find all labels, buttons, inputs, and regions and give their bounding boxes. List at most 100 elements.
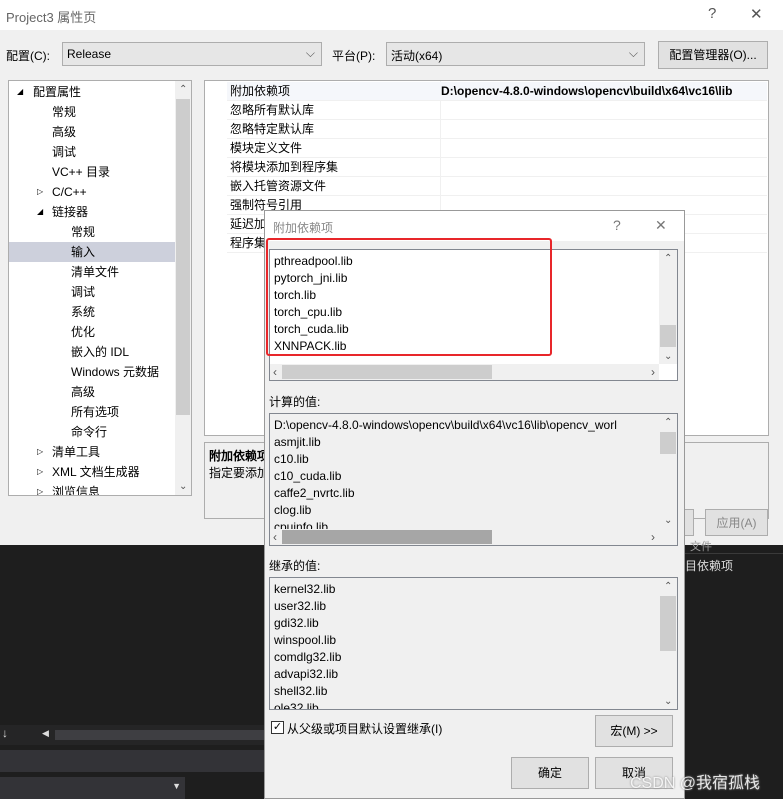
bg-item: 目依赖项 xyxy=(685,559,734,573)
tree-item-label: 输入 xyxy=(71,245,96,259)
scroll-up-icon[interactable]: ⌃ xyxy=(664,417,672,428)
ok-button[interactable]: 确定 xyxy=(511,757,589,789)
tree-item[interactable]: ▷ XML 文档生成器 xyxy=(9,462,175,482)
tree-item[interactable]: VC++ 目录 xyxy=(9,162,175,182)
macro-button[interactable]: 宏(M) >> xyxy=(595,715,673,747)
vertical-scrollbar[interactable]: ⌃ ⌄ xyxy=(659,578,677,709)
scroll-right-icon[interactable]: › xyxy=(651,365,655,379)
platform-value: 活动(x64) xyxy=(391,49,443,63)
scroll-left-icon[interactable]: ◀ xyxy=(42,728,49,739)
vertical-scrollbar[interactable]: ⌃ ⌄ xyxy=(659,250,677,364)
platform-dropdown[interactable]: 活动(x64) ⌵ xyxy=(386,42,645,66)
expander-icon[interactable]: ◢ xyxy=(17,82,23,102)
inherit-checkbox-label[interactable]: 从父级或项目默认设置继承(I) xyxy=(287,720,442,737)
property-name: 附加依赖项 xyxy=(230,84,291,98)
property-row[interactable]: 附加依赖项 D:\opencv-4.8.0-windows\opencv\buil… xyxy=(227,82,767,101)
tree-item[interactable]: 调试 xyxy=(9,142,175,162)
tree-item[interactable]: 高级 xyxy=(9,382,175,402)
scrollbar-thumb[interactable] xyxy=(660,596,676,651)
scroll-left-icon[interactable]: ‹ xyxy=(273,365,277,379)
tree-item[interactable]: ▷ C/C++ xyxy=(9,182,175,202)
inherited-values-list[interactable]: kernel32.lib user32.lib gdi32.lib winspool.… xyxy=(269,577,678,710)
help-button[interactable]: ? xyxy=(708,5,716,22)
list-line: D:\opencv-4.8.0-windows\opencv\build\x64… xyxy=(274,418,617,432)
scrollbar-thumb[interactable] xyxy=(176,99,190,415)
tree-item[interactable]: 常规 xyxy=(9,102,175,122)
tree-item[interactable]: 调试 xyxy=(9,282,175,302)
bg-panel xyxy=(0,750,264,772)
scroll-down-icon[interactable]: ⌄ xyxy=(179,481,187,492)
scroll-down-icon[interactable]: ⌄ xyxy=(664,696,672,707)
property-value[interactable]: D:\opencv-4.8.0-windows\opencv\build\x64… xyxy=(441,82,732,101)
config-manager-button[interactable]: 配置管理器(O)... xyxy=(658,41,768,69)
tree-item[interactable]: ◢ 配置属性 xyxy=(9,82,175,102)
scroll-down-icon[interactable]: ⌄ xyxy=(664,515,672,526)
scroll-down-icon[interactable]: ⌄ xyxy=(664,351,672,362)
apply-button[interactable]: 应用(A) xyxy=(705,509,768,536)
tree-item[interactable]: 命令行 xyxy=(9,422,175,442)
tree-item[interactable]: 清单文件 xyxy=(9,262,175,282)
property-row[interactable]: 忽略特定默认库 xyxy=(227,120,767,139)
tree-item[interactable]: 优化 xyxy=(9,322,175,342)
tree-item-label: 调试 xyxy=(52,145,77,159)
expander-icon[interactable]: ▷ xyxy=(37,182,43,202)
property-row[interactable]: 将模块添加到程序集 xyxy=(227,158,767,177)
list-line: gdi32.lib xyxy=(274,616,319,630)
tree-item[interactable]: ◢ 链接器 xyxy=(9,202,175,222)
scroll-left-icon[interactable]: ‹ xyxy=(273,530,277,544)
tree-item-label: 清单文件 xyxy=(71,265,120,279)
scroll-up-icon[interactable]: ⌃ xyxy=(664,253,672,264)
computed-values-list[interactable]: D:\opencv-4.8.0-windows\opencv\build\x64… xyxy=(269,413,678,546)
dialog-title-bar: 附加依赖项 ? ✕ xyxy=(265,211,684,241)
horizontal-scrollbar[interactable]: ‹ › xyxy=(270,364,659,380)
description-title: 附加依赖项 xyxy=(209,449,270,463)
tree-item[interactable]: ▷ 清单工具 xyxy=(9,442,175,462)
tree-item[interactable]: 高级 xyxy=(9,122,175,142)
scrollbar-thumb[interactable] xyxy=(282,530,492,544)
dialog-help-button[interactable]: ? xyxy=(613,217,621,233)
tree-item[interactable]: ▷ 浏览信息 xyxy=(9,482,175,495)
property-name: 嵌入托管资源文件 xyxy=(230,179,327,193)
expander-icon[interactable]: ▷ xyxy=(37,442,43,462)
property-row[interactable]: 嵌入托管资源文件 xyxy=(227,177,767,196)
expander-icon[interactable]: ▷ xyxy=(37,462,43,482)
scroll-up-icon[interactable]: ⌃ xyxy=(664,581,672,592)
tree-item-label: 命令行 xyxy=(71,425,108,439)
property-row[interactable]: 忽略所有默认库 xyxy=(227,101,767,120)
expander-icon[interactable]: ◢ xyxy=(37,202,43,222)
config-value: Release xyxy=(67,47,112,61)
inherit-checkbox[interactable]: ✓ xyxy=(271,721,284,734)
tree-item[interactable]: 输入 xyxy=(9,242,175,262)
tree-item[interactable]: 所有选项 xyxy=(9,402,175,422)
vertical-scrollbar[interactable]: ⌃ ⌄ xyxy=(659,414,677,528)
expander-icon[interactable]: ▷ xyxy=(37,482,43,495)
tree-item[interactable]: Windows 元数据 xyxy=(9,362,175,382)
property-name: 程序集 xyxy=(230,236,267,250)
description-text: 指定要添加 xyxy=(209,466,270,480)
scroll-up-icon[interactable]: ⌃ xyxy=(179,84,187,95)
list-line: comdlg32.lib xyxy=(274,650,342,664)
tree-item[interactable]: 常规 xyxy=(9,222,175,242)
scrollbar-thumb[interactable] xyxy=(282,365,492,379)
bg-scrollbar[interactable] xyxy=(55,730,264,740)
dialog-close-icon[interactable]: ✕ xyxy=(655,217,667,234)
bg-text: 文件 xyxy=(690,541,712,553)
window-title: Project3 属性页 xyxy=(6,10,97,25)
watermark: CSDN @我宿孤栈 xyxy=(630,775,761,792)
horizontal-scrollbar[interactable]: ‹ › xyxy=(270,529,659,545)
list-line: c10.lib xyxy=(274,452,309,466)
bg-dropdown[interactable]: ▼ xyxy=(0,777,185,799)
list-line: shell32.lib xyxy=(274,684,328,698)
tree-item[interactable]: 嵌入的 IDL xyxy=(9,342,175,362)
tree-item[interactable]: 系统 xyxy=(9,302,175,322)
arrow-down-icon: ↓ xyxy=(2,726,8,740)
tree-scrollbar[interactable]: ⌃ ⌄ xyxy=(175,81,191,495)
property-row[interactable]: 模块定义文件 xyxy=(227,139,767,158)
list-line: winspool.lib xyxy=(274,633,337,647)
config-dropdown[interactable]: Release ⌵ xyxy=(62,42,322,66)
list-line: user32.lib xyxy=(274,599,327,613)
scroll-right-icon[interactable]: › xyxy=(651,530,655,544)
scrollbar-thumb[interactable] xyxy=(660,432,676,454)
close-icon[interactable]: ✕ xyxy=(750,5,763,23)
scrollbar-thumb[interactable] xyxy=(660,325,676,347)
